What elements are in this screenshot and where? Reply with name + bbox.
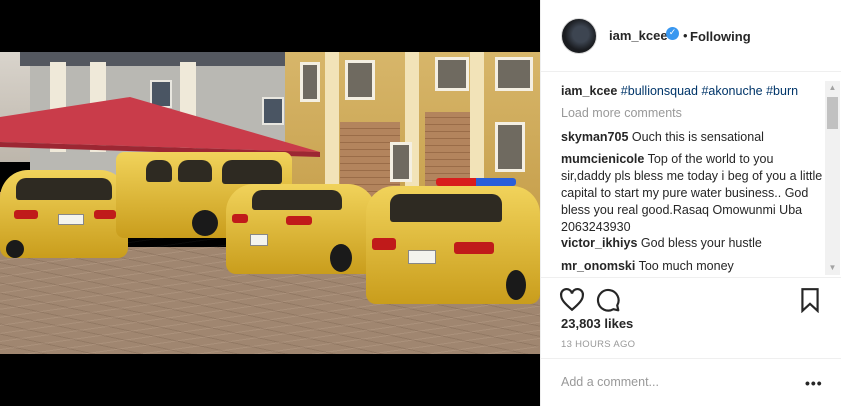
comment-text: God bless your hustle: [640, 236, 762, 250]
scroll-up-arrow-icon[interactable]: ▲: [825, 81, 840, 95]
caption-username[interactable]: iam_kcee: [561, 84, 617, 98]
action-bar: [541, 277, 841, 319]
hashtag-link[interactable]: #burn: [766, 84, 798, 98]
hashtag-link[interactable]: #akonuche: [701, 84, 762, 98]
comments-list: iam_kcee #bullionsquad #akonuche #burn L…: [541, 72, 841, 277]
comment-text: Ouch this is sensational: [631, 130, 764, 144]
comments-scrollbar[interactable]: ▲ ▼: [825, 81, 840, 275]
gold-mustang: [226, 184, 376, 274]
following-button[interactable]: Following: [690, 29, 751, 44]
comment-text: Too much money: [638, 259, 734, 273]
header-separator: •: [683, 28, 688, 43]
post-media[interactable]: [0, 0, 540, 406]
load-more-comments-link[interactable]: Load more comments: [561, 106, 682, 120]
scroll-down-arrow-icon[interactable]: ▼: [825, 261, 840, 275]
comment-item: mumcienicole Top of the world to you sir…: [561, 151, 823, 236]
photo-canopy: [0, 97, 320, 157]
comment-item: mr_onomski Too much money: [561, 258, 823, 275]
post-username[interactable]: iam_kcee: [609, 28, 668, 43]
gold-car-mercedes: [0, 170, 128, 258]
avatar[interactable]: [561, 18, 597, 54]
add-comment-bar: Add a comment... •••: [541, 358, 841, 406]
comment-item: victor_ikhiys God bless your hustle: [561, 235, 823, 252]
comment-item: skyman705 Ouch this is sensational: [561, 129, 823, 146]
comment-icon[interactable]: [595, 287, 621, 313]
post-header: iam_kcee ✓ • Following: [541, 0, 841, 72]
comment-username[interactable]: skyman705: [561, 130, 628, 144]
likes-count[interactable]: 23,803 likes: [561, 316, 633, 331]
caption: iam_kcee #bullionsquad #akonuche #burn: [561, 83, 823, 100]
comment-username[interactable]: mumcienicole: [561, 152, 644, 166]
bookmark-icon[interactable]: [797, 287, 823, 313]
add-comment-input[interactable]: Add a comment...: [561, 375, 659, 389]
scrollbar-thumb[interactable]: [827, 97, 838, 129]
post-side-panel: iam_kcee ✓ • Following iam_kcee #bullion…: [540, 0, 841, 406]
post-timestamp[interactable]: 13 HOURS AGO: [561, 339, 635, 350]
hashtag-link[interactable]: #bullionsquad: [621, 84, 698, 98]
heart-icon[interactable]: [559, 287, 585, 313]
verified-badge-icon: ✓: [666, 27, 679, 40]
comment-username[interactable]: victor_ikhiys: [561, 236, 637, 250]
comment-username[interactable]: mr_onomski: [561, 259, 635, 273]
post-photo: [0, 52, 540, 354]
gold-camry: [366, 178, 540, 304]
more-options-icon[interactable]: •••: [805, 375, 823, 391]
